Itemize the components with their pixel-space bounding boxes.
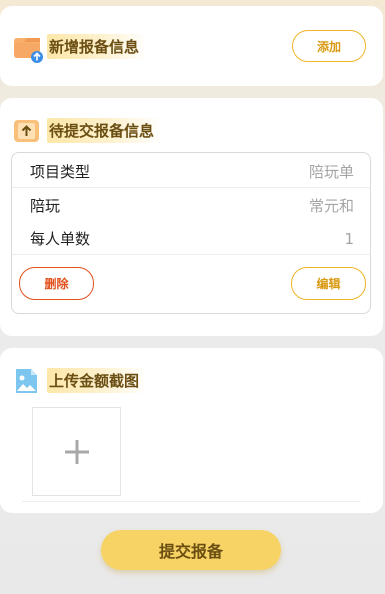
delete-button[interactable]: 删除 [19,267,94,300]
row-orders-per-person: 每人单数 1 [12,222,370,255]
divider [12,254,370,255]
row-value: 1 [344,229,354,248]
folder-upload-icon [13,33,43,63]
upload-screenshot-header: 上传金额截图 [13,367,148,393]
pending-report-card: 待提交报备信息 项目类型 陪玩单 陪玩 常元和 每人单数 1 删除 编辑 [0,98,383,336]
edit-button[interactable]: 编辑 [291,267,366,300]
pending-item-box: 项目类型 陪玩单 陪玩 常元和 每人单数 1 删除 编辑 [11,152,371,314]
row-label: 陪玩 [30,197,61,215]
row-companion: 陪玩 常元和 [12,189,370,222]
image-icon [13,367,41,393]
submit-report-button[interactable]: 提交报备 [101,530,281,570]
pending-report-header: 待提交报备信息 [13,117,163,143]
upload-screenshot-title: 上传金额截图 [47,367,148,393]
add-image-tile[interactable] [32,407,121,496]
add-report-card: 新增报备信息 添加 [0,6,383,86]
divider [12,187,370,188]
upload-arrow-icon [13,117,41,143]
add-report-header: 新增报备信息 [13,33,148,63]
add-button[interactable]: 添加 [292,30,366,62]
pending-report-title: 待提交报备信息 [47,117,163,143]
row-value: 陪玩单 [308,163,354,181]
divider [22,501,361,502]
upload-screenshot-card: 上传金额截图 [0,348,383,513]
row-label: 每人单数 [30,230,91,248]
add-report-title: 新增报备信息 [47,33,148,59]
plus-icon [64,439,89,464]
row-project-type: 项目类型 陪玩单 [12,155,370,188]
row-value: 常元和 [308,197,354,215]
row-label: 项目类型 [30,163,91,181]
